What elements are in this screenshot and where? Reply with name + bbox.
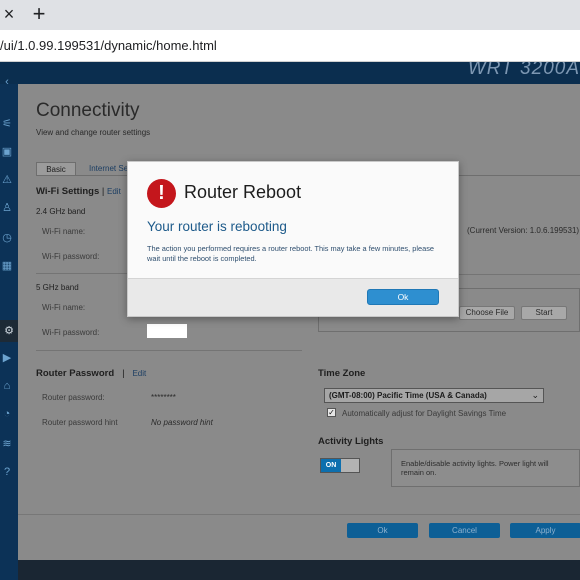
url-text[interactable]: /ui/1.0.99.199531/dynamic/home.html	[0, 38, 217, 53]
cancel-button[interactable]: Cancel	[429, 523, 500, 538]
dst-label: Automatically adjust for Daylight Saving…	[342, 409, 507, 418]
wifi-settings-heading: Wi-Fi Settings | Edit	[36, 186, 121, 197]
wifi-name-label-24: Wi-Fi name:	[42, 227, 86, 236]
divider	[36, 350, 302, 351]
brand-logo: WRT 3200A	[467, 62, 580, 79]
activity-lights-info: Enable/disable activity lights. Power li…	[391, 449, 580, 487]
time-zone-heading: Time Zone	[318, 368, 366, 379]
dialog-body: ! Router Reboot Your router is rebooting…	[128, 162, 458, 278]
dialog-message: The action you performed requires a rout…	[147, 244, 435, 263]
help-icon[interactable]: ?	[0, 466, 14, 478]
wireless-icon[interactable]: ▶	[0, 352, 14, 364]
wifi-icon[interactable]: ≋	[0, 438, 14, 450]
sidebar: ‹ ⚟ ▣ ⚠ ♙ ◷ ▦ ⚙ ▶ ⌂ ◔ ≋ ?	[0, 76, 18, 580]
sliders-icon[interactable]: ⚟	[0, 118, 14, 130]
wifi-password-field	[147, 324, 187, 338]
separator: |	[122, 368, 125, 379]
router-password-title: Router Password	[36, 368, 115, 379]
shield-icon[interactable]: ⌂	[0, 380, 14, 392]
page-subtitle: View and change router settings	[36, 128, 151, 137]
ok-button[interactable]: Ok	[347, 523, 418, 538]
choose-file-button[interactable]: Choose File	[459, 306, 515, 320]
tab-basic[interactable]: Basic	[36, 162, 76, 176]
arrow-icon[interactable]: ‹	[0, 76, 14, 88]
dialog-title: Router Reboot	[184, 182, 302, 202]
start-button[interactable]: Start	[521, 306, 567, 320]
router-password-hint-label: Router password hint	[42, 418, 118, 427]
activity-lights-heading: Activity Lights	[318, 436, 384, 447]
warning-icon[interactable]: ⚠	[0, 174, 14, 186]
separator: |	[101, 186, 105, 197]
tab-internet-settings[interactable]: Internet Se	[89, 162, 128, 176]
close-tab-icon[interactable]: ×	[0, 0, 18, 30]
time-zone-selected: (GMT-08:00) Pacific Time (USA & Canada)	[329, 391, 487, 400]
wifi-name-label-5: Wi-Fi name:	[42, 303, 86, 312]
toggle-on-label: ON	[321, 459, 341, 472]
dialog-heading: Your router is rebooting	[147, 219, 287, 234]
parental-icon[interactable]: ♙	[0, 202, 14, 214]
app-header: WRT 3200A	[0, 62, 580, 84]
router-password-hint-value: No password hint	[151, 418, 213, 427]
activity-lights-toggle[interactable]: ON	[320, 458, 360, 473]
wifi-edit-link[interactable]: Edit	[107, 187, 121, 196]
router-password-heading: Router Password | Edit	[36, 368, 146, 379]
apply-button[interactable]: Apply	[510, 523, 580, 538]
firmware-current-version: (Current Version: 1.0.6.199531)	[467, 226, 580, 235]
chart-icon[interactable]: ▦	[0, 260, 14, 272]
band-5-label: 5 GHz band	[36, 283, 79, 292]
band-24-label: 2.4 GHz band	[36, 207, 86, 216]
dialog-ok-button[interactable]: Ok	[367, 289, 439, 305]
router-reboot-dialog: ! Router Reboot Your router is rebooting…	[127, 161, 459, 317]
router-password-edit-link[interactable]: Edit	[132, 369, 146, 378]
wifi-password-label-24: Wi-Fi password:	[42, 252, 100, 261]
dialog-footer: Ok	[128, 278, 458, 316]
chevron-down-icon: ⌄	[531, 390, 539, 400]
dst-checkbox[interactable]: ✓	[327, 408, 336, 417]
alert-icon: !	[147, 179, 176, 208]
bottom-bar	[18, 560, 580, 580]
new-tab-icon[interactable]: +	[28, 0, 50, 30]
clock-icon[interactable]: ◷	[0, 232, 14, 244]
devices-icon[interactable]: ▣	[0, 146, 14, 158]
address-bar[interactable]: /ui/1.0.99.199531/dynamic/home.html	[0, 30, 580, 62]
router-password-label: Router password:	[42, 393, 105, 402]
wifi-password-label-5: Wi-Fi password:	[42, 328, 100, 337]
time-zone-select[interactable]: (GMT-08:00) Pacific Time (USA & Canada) …	[324, 388, 544, 403]
gear-icon[interactable]: ⚙	[0, 320, 18, 342]
wifi-settings-title: Wi-Fi Settings	[36, 186, 100, 197]
main-content: Connectivity View and change router sett…	[18, 84, 580, 580]
speed-icon[interactable]: ◔	[0, 408, 14, 420]
router-password-value: ********	[151, 393, 176, 402]
browser-tab-bar: × +	[0, 0, 580, 30]
browser-window: × + /ui/1.0.99.199531/dynamic/home.html …	[0, 0, 580, 580]
page-title: Connectivity	[36, 100, 140, 121]
